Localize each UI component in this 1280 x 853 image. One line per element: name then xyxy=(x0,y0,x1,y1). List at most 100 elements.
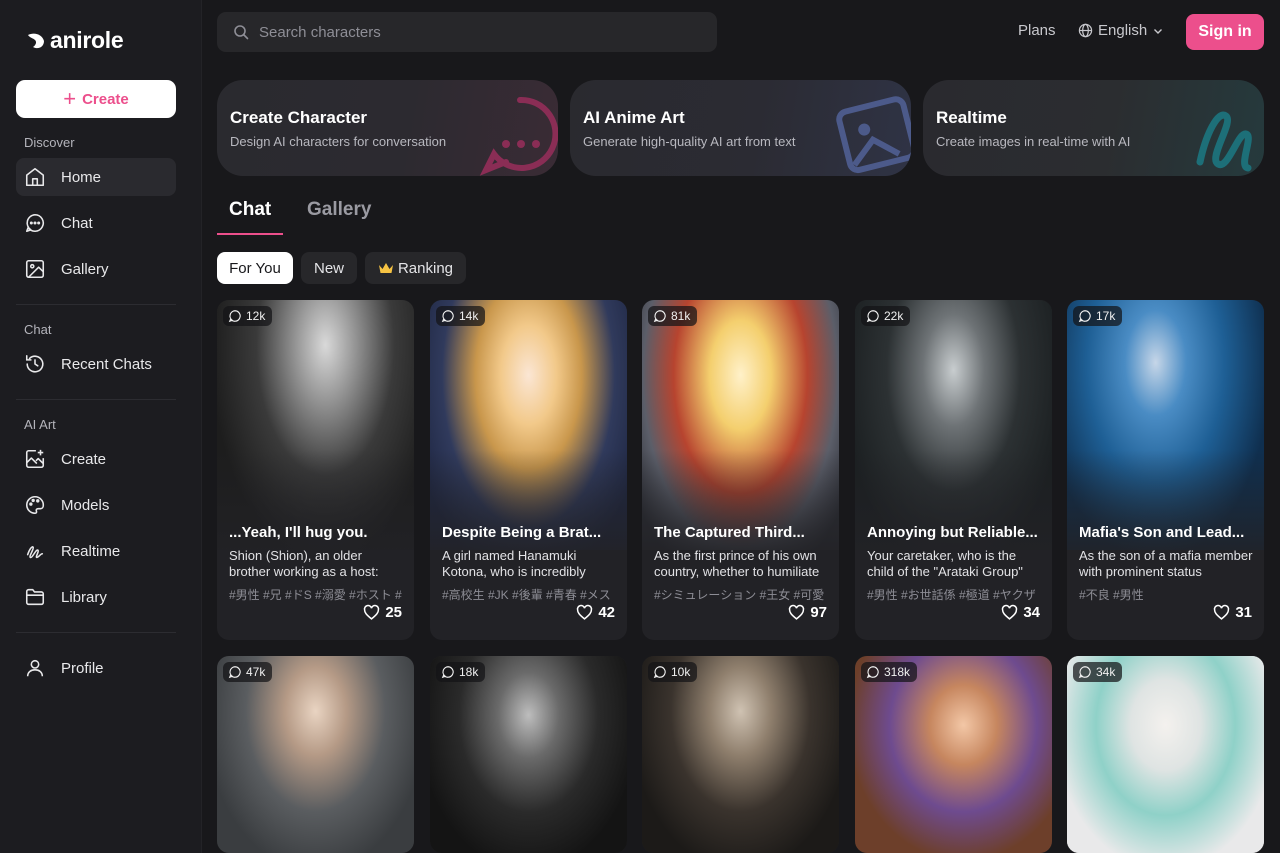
brand-name: anirole xyxy=(50,27,124,53)
sidebar-item-realtime[interactable]: Realtime xyxy=(16,532,176,570)
character-card[interactable]: 10k xyxy=(642,656,839,853)
feature-title: AI Anime Art xyxy=(583,108,685,127)
like-count: 42 xyxy=(598,604,615,621)
character-card[interactable]: 22k Annoying but Reliable... Your careta… xyxy=(855,300,1052,640)
chat-count-badge: 22k xyxy=(861,306,911,326)
feature-subtitle: Create images in real-time with AI xyxy=(936,134,1131,149)
like-count: 34 xyxy=(1023,604,1040,621)
crown-icon xyxy=(378,263,393,273)
feature-title: Realtime xyxy=(936,108,1007,127)
tab-chat[interactable]: Chat xyxy=(229,199,271,221)
home-icon xyxy=(25,167,45,187)
language-label: English xyxy=(1098,22,1148,39)
tab-gallery[interactable]: Gallery xyxy=(307,199,371,221)
create-button[interactable]: + Create xyxy=(16,80,176,118)
brand-logo[interactable]: anirole xyxy=(26,27,124,54)
chat-count: 81k xyxy=(671,309,691,323)
like-button[interactable]: 25 xyxy=(363,604,402,621)
sidebar-item-library[interactable]: Library xyxy=(16,578,176,616)
chat-count: 10k xyxy=(671,665,691,679)
sidebar-item-label: Recent Chats xyxy=(61,355,152,373)
filter-ranking[interactable]: Ranking xyxy=(365,252,466,284)
character-card[interactable]: 14k Despite Being a Brat... A girl named… xyxy=(430,300,627,640)
card-fade xyxy=(1067,450,1264,560)
card-tags: #不良 #男性 xyxy=(1079,588,1144,602)
heart-icon xyxy=(577,604,593,620)
sidebar-item-label: Profile xyxy=(61,659,104,677)
like-button[interactable]: 34 xyxy=(1001,604,1040,621)
language-selector[interactable]: English xyxy=(1078,22,1164,39)
sidebar-divider xyxy=(16,304,176,305)
feature-card-ai-anime-art[interactable]: AI Anime Art Generate high-quality AI ar… xyxy=(570,80,911,176)
character-card[interactable]: 34k xyxy=(1067,656,1264,853)
sidebar-item-chat[interactable]: Chat xyxy=(16,204,176,242)
scribble-icon xyxy=(26,546,44,559)
chat-count-badge: 318k xyxy=(861,662,918,682)
section-label-discover: Discover xyxy=(24,135,75,150)
chat-bubble-icon xyxy=(479,96,558,176)
character-card[interactable]: 18k xyxy=(430,656,627,853)
palette-icon xyxy=(26,495,45,515)
chat-icon xyxy=(228,310,241,323)
heart-icon xyxy=(1214,604,1230,620)
search-input[interactable] xyxy=(259,23,679,41)
chat-count: 18k xyxy=(459,665,479,679)
image-icon xyxy=(25,259,45,279)
chat-icon xyxy=(653,310,666,323)
user-icon xyxy=(26,659,44,677)
history-icon xyxy=(25,354,44,373)
card-title: ...Yeah, I'll hug you. xyxy=(229,524,368,541)
section-label-chat: Chat xyxy=(24,322,52,337)
chat-count: 22k xyxy=(884,309,904,323)
chat-icon xyxy=(653,666,666,679)
character-card[interactable]: 12k ...Yeah, I'll hug you. Shion (Shion)… xyxy=(217,300,414,640)
feature-card-create-character[interactable]: Create Character Design AI characters fo… xyxy=(217,80,558,176)
sidebar-item-label: Home xyxy=(61,168,102,186)
sidebar-divider xyxy=(16,399,176,400)
card-title: The Captured Third... xyxy=(654,524,805,541)
sidebar-item-home[interactable]: Home xyxy=(16,158,176,196)
scribble-icon xyxy=(1196,111,1252,172)
chat-icon xyxy=(1078,666,1091,679)
search-bar[interactable] xyxy=(217,12,717,52)
character-card[interactable]: 318k xyxy=(855,656,1052,853)
card-description: A girl named Hanamuki Kotona, who is inc… xyxy=(442,548,586,579)
filter-for-you[interactable]: For You xyxy=(217,252,293,284)
chat-icon xyxy=(866,666,879,679)
chat-icon xyxy=(441,310,454,323)
card-description: Your caretaker, who is the child of the … xyxy=(867,548,1023,579)
plans-link[interactable]: Plans xyxy=(1018,22,1056,39)
like-button[interactable]: 97 xyxy=(788,604,827,621)
search-icon xyxy=(234,25,249,40)
chat-count-badge: 34k xyxy=(1073,662,1123,682)
character-card[interactable]: 17k Mafia's Son and Lead... As the son o… xyxy=(1067,300,1264,640)
character-card[interactable]: 47k xyxy=(217,656,414,853)
sign-in-button[interactable]: Sign in xyxy=(1186,14,1264,50)
like-button[interactable]: 31 xyxy=(1213,604,1252,621)
chat-icon xyxy=(866,310,879,323)
chat-count: 12k xyxy=(246,309,266,323)
sidebar-item-label: Models xyxy=(61,496,110,514)
create-button-label: Create xyxy=(82,90,129,108)
logo-mark-icon xyxy=(28,33,44,48)
sidebar-item-profile[interactable]: Profile xyxy=(16,649,176,687)
like-button[interactable]: 42 xyxy=(576,604,615,621)
character-card[interactable]: 81k The Captured Third... As the first p… xyxy=(642,300,839,640)
filter-label: Ranking xyxy=(397,259,454,277)
card-tags: #高校生 #JK #後輩 #青春 #メス xyxy=(442,588,611,602)
sidebar-item-ai-create[interactable]: Create xyxy=(16,440,176,478)
sidebar-item-models[interactable]: Models xyxy=(16,486,176,524)
card-description: As the first prince of his own country, … xyxy=(654,548,820,579)
sidebar-item-gallery[interactable]: Gallery xyxy=(16,250,176,288)
sidebar-item-recent-chats[interactable]: Recent Chats xyxy=(16,345,176,383)
filter-new[interactable]: New xyxy=(301,252,357,284)
chat-icon xyxy=(25,213,44,233)
character-image xyxy=(1067,656,1264,853)
sidebar-item-label: Create xyxy=(61,450,107,468)
feature-subtitle: Generate high-quality AI art from text xyxy=(583,134,796,149)
card-tags: #シミュレーション #王女 #可愛 xyxy=(654,588,825,602)
like-count: 31 xyxy=(1235,604,1252,621)
character-image xyxy=(430,656,627,853)
feature-card-realtime[interactable]: Realtime Create images in real-time with… xyxy=(923,80,1264,176)
image-edit-icon xyxy=(25,449,45,469)
